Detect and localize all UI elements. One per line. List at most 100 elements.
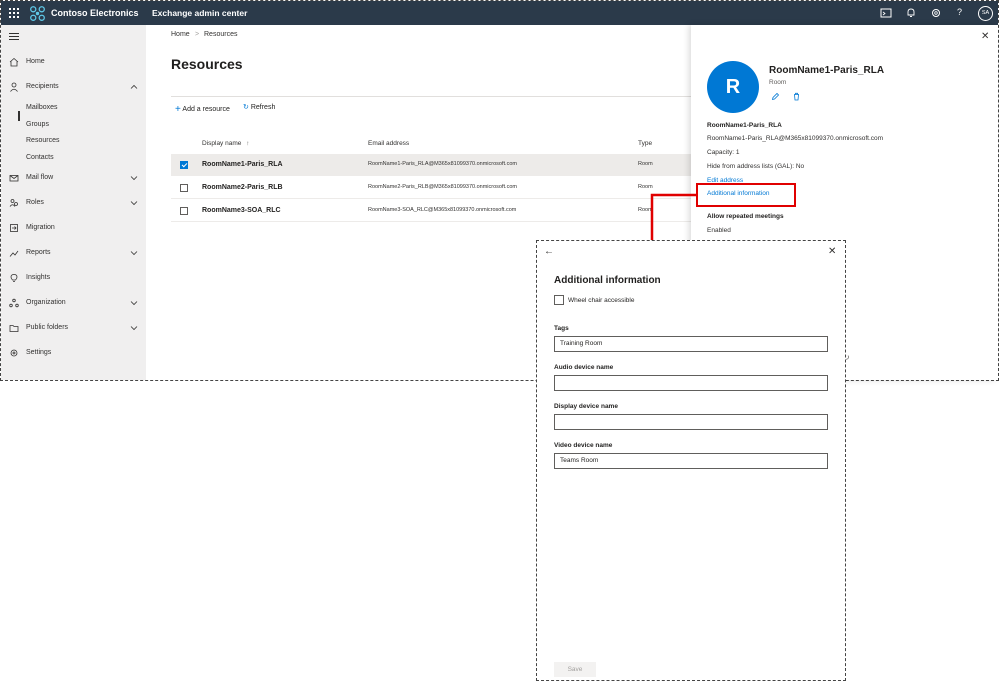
- table-row[interactable]: RoomName2-Paris_RLB RoomName2-Paris_RLB@…: [171, 177, 691, 199]
- chevron-down-icon: [130, 201, 138, 206]
- row-display-name: RoomName1-Paris_RLA: [202, 161, 283, 168]
- resource-avatar: R: [707, 61, 759, 113]
- panel-title: RoomName1-Paris_RLA: [769, 65, 885, 76]
- lightbulb-icon: [10, 274, 18, 282]
- chevron-up-icon: [130, 84, 138, 89]
- edit-pencil-icon[interactable]: [771, 92, 780, 101]
- nav-item-settings[interactable]: Settings: [1, 347, 146, 361]
- sort-up-icon: ↑: [246, 140, 250, 147]
- nav-item-roles[interactable]: Roles: [1, 197, 146, 211]
- nav-item-public-folders[interactable]: Public folders: [1, 322, 146, 336]
- row-display-name: RoomName3-SOA_RLC: [202, 207, 281, 214]
- nav-item-migration[interactable]: Migration: [1, 222, 146, 236]
- row-checkbox[interactable]: [180, 184, 188, 192]
- org-icon: [9, 298, 19, 308]
- nav-selection-indicator: [18, 111, 20, 121]
- refresh-button[interactable]: ↻ Refresh: [243, 103, 275, 111]
- nav-sub-contacts[interactable]: Contacts: [26, 154, 54, 161]
- person-icon: [10, 82, 18, 92]
- chart-icon: [9, 250, 19, 257]
- chevron-down-icon: [130, 301, 138, 306]
- table-row[interactable]: RoomName3-SOA_RLC RoomName3-SOA_RLC@M365…: [171, 200, 691, 222]
- nav-item-insights[interactable]: Insights: [1, 272, 146, 286]
- breadcrumb-separator: >: [195, 31, 200, 38]
- divider: [171, 96, 691, 97]
- nav-sub-mailboxes[interactable]: Mailboxes: [26, 104, 58, 111]
- nav-item-home[interactable]: Home: [1, 56, 146, 70]
- top-bar: Contoso Electronics Exchange admin cente…: [1, 1, 998, 25]
- roles-icon: [9, 199, 18, 207]
- nav-label: Home: [26, 58, 45, 65]
- nav-item-mail-flow[interactable]: Mail flow: [1, 172, 146, 186]
- hamburger-menu-icon[interactable]: [9, 33, 19, 40]
- nav-label: Recipients: [26, 83, 59, 90]
- wheelchair-checkbox[interactable]: [554, 295, 564, 305]
- nav-label: Reports: [26, 249, 51, 256]
- tags-label: Tags: [554, 325, 569, 332]
- plus-icon: +: [175, 104, 181, 115]
- app-launcher-icon[interactable]: [9, 8, 19, 18]
- brand-name: Contoso Electronics: [51, 8, 139, 18]
- bell-icon[interactable]: [905, 7, 917, 19]
- back-arrow-icon[interactable]: ←: [544, 246, 554, 257]
- page-title: Resources: [171, 56, 243, 72]
- row-type: Room: [638, 161, 653, 167]
- gear-icon: [10, 349, 18, 357]
- migration-icon: [10, 224, 18, 232]
- panel-subtitle: Room: [769, 79, 787, 86]
- tags-input[interactable]: Training Room: [554, 336, 828, 352]
- refresh-label: Refresh: [250, 104, 276, 111]
- column-header-display-name[interactable]: Display name ↑: [202, 140, 249, 147]
- chevron-down-icon: [130, 176, 138, 181]
- chevron-down-icon: [130, 251, 138, 256]
- row-display-name: RoomName2-Paris_RLB: [202, 184, 283, 191]
- delete-trash-icon[interactable]: [792, 92, 801, 101]
- nav-label: Migration: [26, 224, 55, 231]
- nav-sub-groups[interactable]: Groups: [26, 121, 49, 128]
- breadcrumb-current: Resources: [204, 31, 238, 38]
- nav-label: Insights: [26, 274, 51, 281]
- video-device-input[interactable]: Teams Room: [554, 453, 828, 469]
- row-checkbox[interactable]: [180, 161, 188, 169]
- highlight-box: [696, 183, 796, 207]
- nav-label: Mail flow: [26, 174, 54, 181]
- left-navigation: Home Recipients Mailboxes Groups Resourc…: [1, 25, 146, 380]
- nav-label: Settings: [26, 349, 52, 356]
- app-name: Exchange admin center: [152, 8, 248, 18]
- nav-item-reports[interactable]: Reports: [1, 247, 146, 261]
- mail-icon: [9, 175, 19, 182]
- nav-label: Organization: [26, 299, 66, 306]
- folder-icon: [9, 325, 19, 332]
- audio-device-input[interactable]: [554, 375, 828, 391]
- user-avatar[interactable]: SA: [978, 6, 993, 21]
- nav-sub-resources[interactable]: Resources: [26, 137, 59, 144]
- column-header-label: Display name: [202, 140, 242, 147]
- panel-hide-from-gal: Hide from address lists (GAL): No: [707, 163, 805, 170]
- refresh-icon: ↻: [243, 104, 249, 111]
- settings-gear-icon[interactable]: [930, 7, 942, 19]
- panel-close-icon[interactable]: ✕: [981, 31, 989, 42]
- table-row[interactable]: RoomName1-Paris_RLA RoomName1-Paris_RLA@…: [171, 154, 691, 176]
- display-device-input[interactable]: [554, 414, 828, 430]
- breadcrumb-home[interactable]: Home: [171, 31, 190, 38]
- audio-device-label: Audio device name: [554, 364, 614, 371]
- terminal-icon[interactable]: [880, 7, 892, 19]
- row-email: RoomName2-Paris_RLB@M365x81099370.onmicr…: [368, 184, 517, 190]
- chevron-down-icon: [130, 326, 138, 331]
- allow-repeated-heading: Allow repeated meetings: [707, 213, 784, 220]
- nav-label: Public folders: [26, 324, 69, 331]
- dialog-title: Additional information: [554, 275, 661, 286]
- row-checkbox[interactable]: [180, 207, 188, 215]
- nav-item-organization[interactable]: Organization: [1, 297, 146, 311]
- video-device-label: Video device name: [554, 442, 613, 449]
- help-icon[interactable]: ?: [957, 7, 962, 17]
- save-button[interactable]: Save: [554, 662, 596, 677]
- nav-item-recipients[interactable]: Recipients: [1, 81, 146, 95]
- add-resource-button[interactable]: + Add a resource: [175, 103, 230, 115]
- contoso-logo-icon: [30, 6, 45, 21]
- column-header-email[interactable]: Email address: [368, 140, 409, 147]
- dialog-close-icon[interactable]: ✕: [828, 246, 836, 257]
- wheelchair-checkbox-label: Wheel chair accessible: [568, 297, 635, 304]
- column-header-type[interactable]: Type: [638, 140, 652, 147]
- nav-label: Roles: [26, 199, 44, 206]
